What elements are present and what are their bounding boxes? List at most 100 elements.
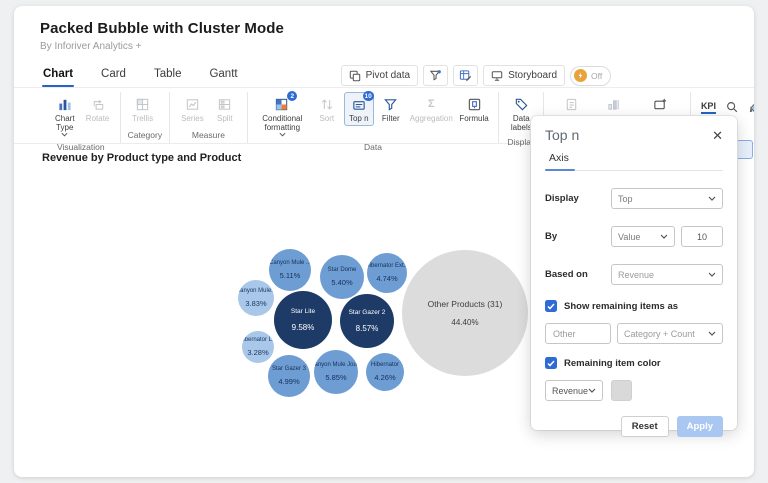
- bubble-star-dome[interactable]: Star Dome 5.40%: [320, 255, 364, 299]
- chevron-down-icon: [61, 132, 68, 137]
- ribbon-top-n[interactable]: 10 Top n: [343, 91, 374, 127]
- ribbon-trellis[interactable]: Trellis: [128, 92, 158, 126]
- panel-title: Top n: [545, 127, 580, 143]
- bubble-star-gazer-2[interactable]: Star Gazer 2 8.57%: [340, 294, 394, 348]
- color-measure-row: Revenue: [545, 380, 723, 401]
- kpi-button[interactable]: KPI: [700, 101, 716, 114]
- chevron-down-icon: [279, 132, 286, 137]
- bubble-value: 4.74%: [376, 274, 398, 283]
- panel-tabs: Axis: [545, 152, 723, 171]
- bubble-value: 5.40%: [331, 278, 353, 287]
- top-n-icon: 10: [351, 91, 374, 113]
- show-remaining-checkbox-row[interactable]: Show remaining items as: [545, 300, 723, 312]
- hidden-control-behind-panel[interactable]: [735, 140, 753, 159]
- ribbon-rotate[interactable]: Rotate: [83, 92, 113, 126]
- zoom-button[interactable]: [725, 100, 739, 114]
- bubble-label: Hibernator L...: [242, 337, 274, 343]
- filter-quick-button[interactable]: [423, 65, 449, 86]
- remaining-color-checkbox-row[interactable]: Remaining item color: [545, 357, 723, 369]
- bubble-label: Canyon Mule...: [238, 288, 274, 294]
- color-swatch[interactable]: [611, 380, 632, 401]
- pivot-data-button[interactable]: Pivot data: [340, 65, 419, 86]
- filter-icon: [383, 95, 398, 113]
- remaining-name-row: Other Category + Count: [545, 323, 723, 344]
- reset-button[interactable]: Reset: [620, 416, 669, 437]
- toggle-bolt-icon: [574, 69, 588, 82]
- other-name-input[interactable]: Other: [545, 323, 611, 344]
- bubble-label: Star Gazer 2: [348, 309, 386, 316]
- bubble-value: 3.83%: [245, 299, 267, 308]
- bubble-value: 9.58%: [291, 323, 315, 332]
- tab-table[interactable]: Table: [153, 64, 183, 87]
- analytics-icon: [564, 95, 579, 113]
- by-count-input[interactable]: 10: [681, 226, 723, 247]
- checkbox-checked-icon[interactable]: [545, 357, 557, 369]
- based-on-label: Based on: [545, 269, 588, 280]
- bubble-value: 44.40%: [451, 318, 479, 327]
- panel-tab-axis[interactable]: Axis: [545, 152, 575, 171]
- ribbon-group-data: 2 Conditional formatting Sort 10 Top n F…: [248, 91, 500, 152]
- display-select[interactable]: Top: [611, 188, 723, 209]
- formula-icon: [467, 95, 482, 113]
- ribbon-split[interactable]: Split: [210, 92, 240, 126]
- trellis-icon: [135, 95, 150, 113]
- table-edit-button[interactable]: [453, 65, 479, 86]
- page-subtitle[interactable]: By Inforiver Analytics +: [40, 41, 728, 52]
- group-label-measure: Measure: [191, 130, 225, 140]
- bubble-label: Hibernator: [370, 362, 399, 368]
- tab-bar-actions: Pivot data Storyboard Off: [340, 65, 612, 86]
- ribbon-chart-type[interactable]: Chart Type: [49, 92, 81, 140]
- storyboard-button[interactable]: Storyboard: [483, 65, 566, 86]
- chart-type-icon: [57, 95, 73, 113]
- main-tab-bar: Chart Card Table Gantt Pivot data Storyb…: [14, 58, 754, 88]
- display-row: Display Top: [545, 188, 723, 209]
- bubble-value: 5.11%: [279, 271, 301, 280]
- bubble-hibernator-ext[interactable]: Hibernator Ext... 4.74%: [367, 253, 407, 293]
- by-select[interactable]: Value: [611, 226, 675, 247]
- bubble-other-products-31[interactable]: Other Products (31) 44.40%: [402, 250, 528, 376]
- data-labels-icon: [514, 95, 529, 113]
- table-edit-icon: [459, 69, 472, 82]
- bubble-value: 4.26%: [374, 373, 396, 382]
- bubble-label: Hibernator Ext...: [367, 263, 407, 269]
- bubble-value: 3.28%: [247, 348, 269, 357]
- color-measure-select[interactable]: Revenue: [545, 380, 603, 401]
- mode-toggle[interactable]: Off: [570, 65, 612, 86]
- ribbon-group-measure: Series Split Measure: [170, 92, 248, 143]
- group-label-category: Category: [127, 130, 163, 140]
- bubble-value: 8.57%: [355, 324, 379, 333]
- close-icon[interactable]: ✕: [712, 129, 723, 142]
- tab-card[interactable]: Card: [100, 64, 127, 87]
- tab-gantt[interactable]: Gantt: [208, 64, 238, 87]
- ribbon-formula[interactable]: Formula: [457, 92, 492, 126]
- conditional-formatting-badge: 2: [287, 91, 298, 101]
- bubble-star-gazer-3[interactable]: Star Gazer 3 4.99%: [268, 355, 310, 397]
- based-on-row: Based on Revenue: [545, 264, 723, 285]
- ribbon-aggregation[interactable]: Σ Aggregation: [408, 92, 455, 126]
- apply-button[interactable]: Apply: [676, 416, 723, 437]
- bubble-canyon-mule[interactable]: Canyon Mule ... 5.11%: [269, 249, 311, 291]
- bubble-star-lite[interactable]: Star Lite 9.58%: [274, 291, 332, 349]
- ribbon-series[interactable]: Series: [177, 92, 208, 126]
- storyboard-icon: [491, 70, 503, 82]
- ribbon-filter[interactable]: Filter: [376, 92, 406, 126]
- group-label-data: Data: [364, 142, 383, 153]
- bubble-value: 5.85%: [325, 373, 347, 382]
- tab-chart[interactable]: Chart: [42, 64, 75, 87]
- pivot-data-label: Pivot data: [365, 70, 411, 81]
- format-painter-button[interactable]: [748, 100, 754, 114]
- group-mode-select[interactable]: Category + Count: [617, 323, 723, 344]
- bubble-canyon-mule[interactable]: Canyon Mule... 3.83%: [238, 280, 274, 316]
- bubble-hibernator-l[interactable]: Hibernator L... 3.28%: [242, 331, 274, 363]
- by-row: By Value 10: [545, 226, 723, 247]
- top-n-panel: Top n ✕ Axis Display Top By Value 10 Bas…: [531, 116, 737, 437]
- bubble-value: 4.99%: [278, 377, 300, 386]
- filter-dot-icon: [429, 69, 442, 82]
- bubble-hibernator[interactable]: Hibernator 4.26%: [366, 353, 404, 391]
- bubble-canyon-mule-jou[interactable]: Canyon Mule Jou... 5.85%: [314, 350, 358, 394]
- ribbon-sort[interactable]: Sort: [312, 92, 342, 126]
- ribbon-conditional-formatting[interactable]: 2 Conditional formatting: [255, 91, 310, 140]
- checkbox-checked-icon[interactable]: [545, 300, 557, 312]
- based-on-select[interactable]: Revenue: [611, 264, 723, 285]
- annotation-icon: [652, 95, 668, 113]
